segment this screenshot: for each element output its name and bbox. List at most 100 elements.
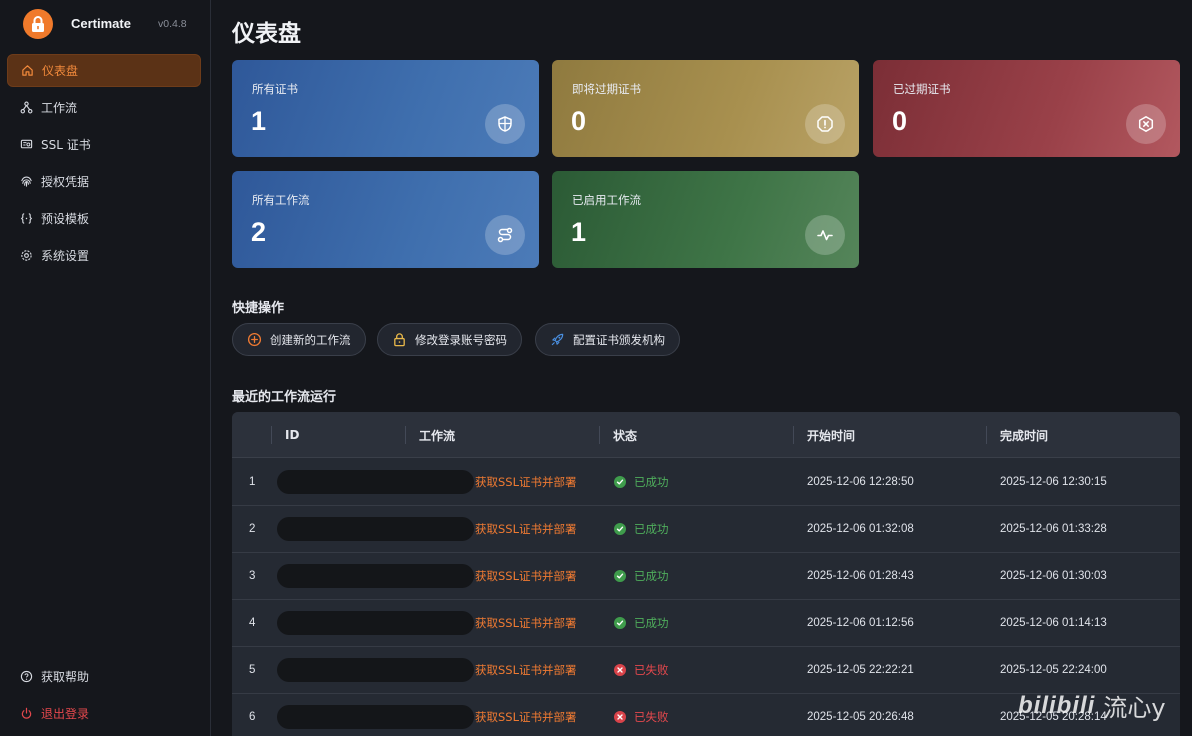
rocket-icon xyxy=(549,332,565,348)
quick-action-label: 配置证书颁发机构 xyxy=(573,332,665,347)
sidebar-item-ssl[interactable]: SSL 证书 xyxy=(7,128,201,161)
brand: Certimate v0.4.8 xyxy=(0,0,211,50)
status-badge: 已成功 xyxy=(614,568,669,584)
gear-icon xyxy=(19,249,33,263)
end-time: 2025-12-06 01:14:13 xyxy=(1000,617,1107,629)
sidebar-item-workflow[interactable]: 工作流 xyxy=(7,91,201,124)
redacted-id xyxy=(277,470,474,494)
status-badge: 已成功 xyxy=(614,474,669,490)
sidebar-item-logout[interactable]: 退出登录 xyxy=(7,697,201,730)
home-icon xyxy=(20,64,34,78)
column-header-workflow[interactable]: 工作流 xyxy=(419,412,455,458)
activity-icon xyxy=(805,215,845,255)
row-index: 2 xyxy=(249,523,256,535)
recent-runs-title: 最近的工作流运行 xyxy=(232,390,337,405)
table-row[interactable]: 2 获取SSL证书并部署 已成功 2025-12-06 01:32:08 2025-12… xyxy=(232,506,1180,553)
stat-label: 所有工作流 xyxy=(252,193,310,207)
stat-card-expiring-certificates[interactable]: 即将过期证书 0 xyxy=(552,60,859,157)
change-password-button[interactable]: 修改登录账号密码 xyxy=(377,323,522,356)
redacted-id xyxy=(277,564,474,588)
redacted-id xyxy=(277,705,474,729)
sidebar-item-label: 授权凭据 xyxy=(41,175,90,189)
stat-value: 2 xyxy=(251,217,267,247)
app-name: Certimate xyxy=(71,16,131,31)
fingerprint-icon xyxy=(19,175,33,189)
status-text: 已成功 xyxy=(634,522,669,536)
shield-icon xyxy=(485,104,525,144)
sidebar-item-dashboard[interactable]: 仪表盘 xyxy=(7,54,201,87)
column-header-start-time[interactable]: 开始时间 xyxy=(807,412,855,458)
end-time: 2025-12-06 12:30:15 xyxy=(1000,476,1107,488)
check-circle-icon xyxy=(614,476,626,488)
table-row[interactable]: 3 获取SSL证书并部署 已成功 2025-12-06 01:28:43 2025-12… xyxy=(232,553,1180,600)
table-row[interactable]: 4 获取SSL证书并部署 已成功 2025-12-06 01:12:56 2025-12… xyxy=(232,600,1180,647)
status-text: 已失败 xyxy=(634,663,669,677)
end-time: 2025-12-06 01:33:28 xyxy=(1000,523,1107,535)
app-version: v0.4.8 xyxy=(158,18,187,30)
create-workflow-button[interactable]: 创建新的工作流 xyxy=(232,323,366,356)
app-logo xyxy=(23,9,53,39)
workflow-icon xyxy=(19,101,33,115)
status-text: 已失败 xyxy=(634,710,669,724)
workflow-link[interactable]: 获取SSL证书并部署 xyxy=(475,662,577,678)
plus-circle-icon xyxy=(246,332,262,348)
alert-octagon-icon xyxy=(805,104,845,144)
route-icon xyxy=(485,215,525,255)
stat-card-enabled-workflows[interactable]: 已启用工作流 1 xyxy=(552,171,859,268)
stat-label: 所有证书 xyxy=(252,82,298,96)
column-header-id[interactable]: ID xyxy=(285,412,299,458)
column-separator xyxy=(405,426,406,444)
start-time: 2025-12-06 01:28:43 xyxy=(807,570,914,582)
start-time: 2025-12-06 01:12:56 xyxy=(807,617,914,629)
sidebar: Certimate v0.4.8 仪表盘 工作流 SSL 证书 授权凭据 预设模… xyxy=(0,0,211,736)
workflow-link[interactable]: 获取SSL证书并部署 xyxy=(475,521,577,537)
column-separator xyxy=(793,426,794,444)
table-row[interactable]: 5 获取SSL证书并部署 已失败 2025-12-05 22:22:21 2025-12… xyxy=(232,647,1180,694)
sidebar-item-label: SSL 证书 xyxy=(41,138,91,152)
sidebar-item-help[interactable]: 获取帮助 xyxy=(7,660,201,693)
check-circle-icon xyxy=(614,617,626,629)
start-time: 2025-12-05 22:22:21 xyxy=(807,664,914,676)
row-index: 4 xyxy=(249,617,256,629)
certificate-icon xyxy=(19,138,33,152)
redacted-id xyxy=(277,658,474,682)
lock-icon xyxy=(391,332,407,348)
start-time: 2025-12-05 20:26:48 xyxy=(807,711,914,723)
power-icon xyxy=(19,707,33,721)
stat-card-all-certificates[interactable]: 所有证书 1 xyxy=(232,60,539,157)
watermark-text: 流心y xyxy=(1103,694,1166,722)
workflow-link[interactable]: 获取SSL证书并部署 xyxy=(475,568,577,584)
table-row[interactable]: 1 获取SSL证书并部署 已成功 2025-12-06 12:28:50 2025-12… xyxy=(232,459,1180,506)
workflow-link[interactable]: 获取SSL证书并部署 xyxy=(475,615,577,631)
sidebar-item-label: 工作流 xyxy=(41,101,78,115)
stat-label: 即将过期证书 xyxy=(572,82,641,96)
stat-card-expired-certificates[interactable]: 已过期证书 0 xyxy=(873,60,1180,157)
check-circle-icon xyxy=(614,523,626,535)
configure-ca-button[interactable]: 配置证书颁发机构 xyxy=(535,323,680,356)
status-text: 已成功 xyxy=(634,475,669,489)
sidebar-item-label: 仪表盘 xyxy=(42,64,79,78)
sidebar-item-access[interactable]: 授权凭据 xyxy=(7,165,201,198)
x-circle-icon xyxy=(614,664,626,676)
lock-logo-icon xyxy=(32,16,44,32)
workflow-link[interactable]: 获取SSL证书并部署 xyxy=(475,474,577,490)
quick-actions-title: 快捷操作 xyxy=(232,301,285,316)
quick-action-label: 创建新的工作流 xyxy=(270,332,351,347)
column-header-end-time[interactable]: 完成时间 xyxy=(1000,412,1048,458)
stat-card-all-workflows[interactable]: 所有工作流 2 xyxy=(232,171,539,268)
sidebar-item-settings[interactable]: 系统设置 xyxy=(7,239,201,272)
status-badge: 已成功 xyxy=(614,615,669,631)
row-index: 5 xyxy=(249,664,256,676)
sidebar-item-presets[interactable]: 预设模板 xyxy=(7,202,201,235)
status-badge: 已失败 xyxy=(614,709,669,725)
row-index: 1 xyxy=(249,476,256,488)
workflow-link[interactable]: 获取SSL证书并部署 xyxy=(475,709,577,725)
column-header-status[interactable]: 状态 xyxy=(613,412,637,458)
status-text: 已成功 xyxy=(634,569,669,583)
help-icon xyxy=(19,670,33,684)
stat-value: 0 xyxy=(571,106,587,136)
page-title: 仪表盘 xyxy=(232,21,301,47)
stat-value: 0 xyxy=(892,106,908,136)
column-separator xyxy=(986,426,987,444)
end-time: 2025-12-06 01:30:03 xyxy=(1000,570,1107,582)
